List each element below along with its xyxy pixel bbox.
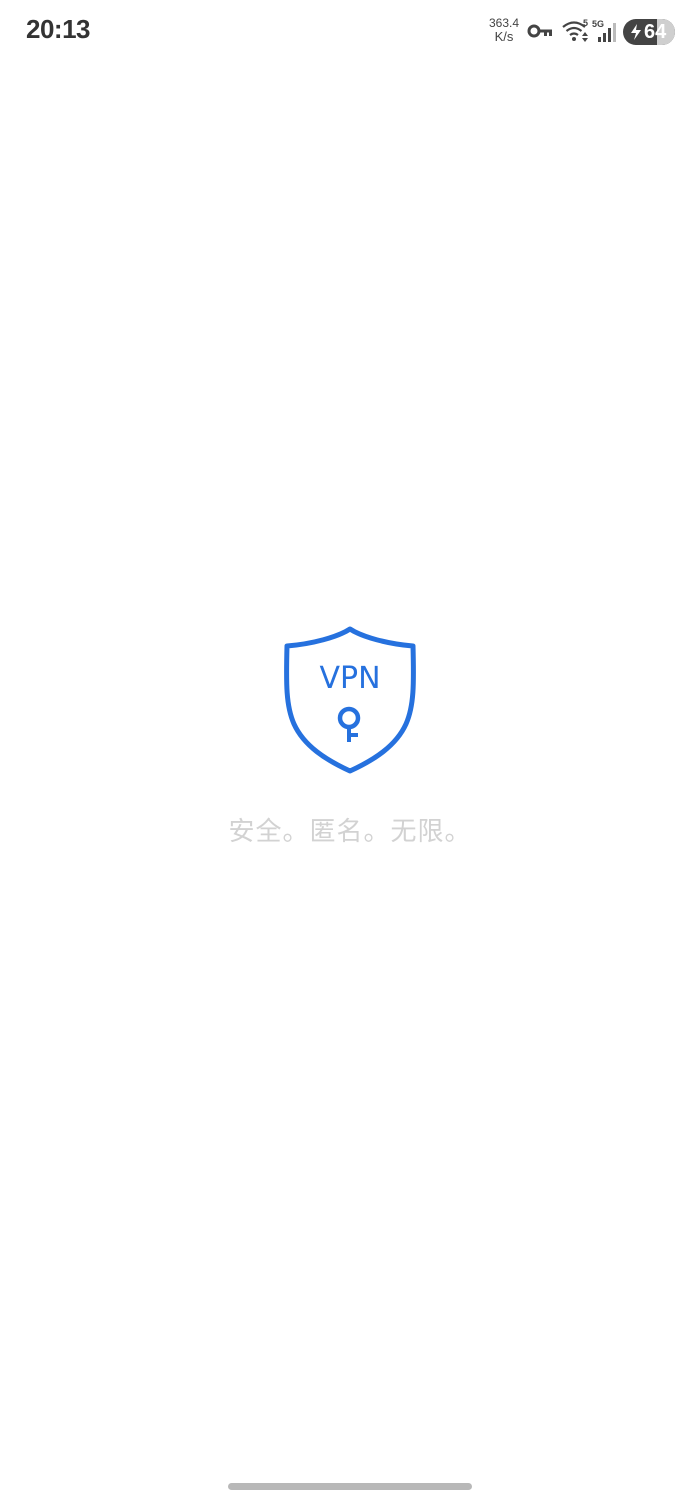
network-speed-value: 363.4 <box>488 16 520 30</box>
splash-tagline: 安全。匿名。无限。 <box>228 817 472 847</box>
network-speed-unit: K/s <box>494 29 514 44</box>
vpn-key-icon <box>527 24 552 38</box>
network-speed: 363.4 K/s <box>486 16 522 44</box>
vpn-shield-logo: VPN <box>284 626 416 774</box>
status-time: 20:13 <box>26 14 91 44</box>
wifi-icon: 5 <box>562 18 588 42</box>
battery-level: 64 <box>644 21 667 43</box>
signal-5g-icon: 5G <box>592 19 616 42</box>
logo-vpn-text: VPN <box>319 661 380 696</box>
charging-bolt-icon <box>631 24 641 40</box>
home-indicator[interactable] <box>228 1483 472 1490</box>
wifi-band-label: 5 <box>583 18 588 28</box>
battery-indicator: 64 <box>623 19 675 45</box>
key-lock-icon <box>337 706 361 742</box>
status-bar: 20:13 363.4 K/s 5 5G 64 <box>0 0 700 62</box>
signal-network-label: 5G <box>592 19 604 29</box>
